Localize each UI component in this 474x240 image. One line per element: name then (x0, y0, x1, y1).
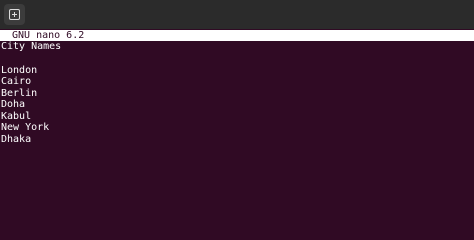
editor-line: New York (1, 122, 50, 133)
new-tab-button[interactable] (4, 4, 25, 25)
editor-line: City Names (1, 41, 62, 52)
editor-line: Berlin (1, 87, 38, 99)
editor-line: Doha (1, 99, 26, 110)
editor-area[interactable]: City Names London Cairo Berlin Doha Kabu… (0, 41, 474, 237)
editor-line: Dhaka (1, 133, 32, 145)
terminal-window: GNU nano 6.2 City Names London Cairo Ber… (0, 0, 474, 237)
editor-line: Kabul (1, 110, 32, 122)
nano-header-bar: GNU nano 6.2 (0, 30, 474, 41)
editor-line: London (1, 64, 38, 76)
terminal-titlebar (0, 0, 474, 29)
new-tab-icon (9, 9, 20, 20)
nano-version-title: GNU nano 6.2 (12, 30, 85, 41)
editor-line: Cairo (1, 76, 32, 87)
